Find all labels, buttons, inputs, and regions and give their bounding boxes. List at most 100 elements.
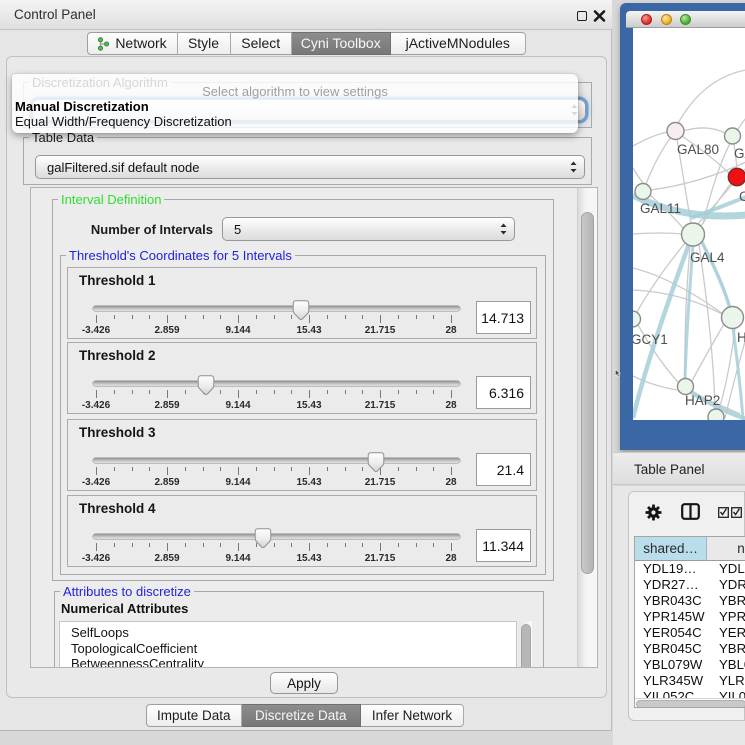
threshold-value-field[interactable]: 6.316 [476,376,531,409]
minor-tick [345,315,346,319]
cell-name[interactable]: YBL0 [709,657,745,673]
attributes-list-scrollbar-thumb[interactable] [521,624,531,668]
cell-name[interactable]: YER0 [709,625,745,641]
tick-label: 15.43 [296,400,321,411]
cell-name[interactable]: YDR2 [709,577,745,593]
algorithm-option-manual[interactable]: Manual Discretization [15,99,575,114]
minor-tick [327,390,328,394]
table-row[interactable]: YBL079WYBL0 [635,657,745,673]
minor-tick [185,390,186,394]
threshold-value-field[interactable]: 21.4 [476,453,531,486]
tab-impute-data[interactable]: Impute Data [146,704,242,727]
red-node[interactable] [728,168,745,185]
table-row[interactable]: YLR345WYLR3 [635,673,745,689]
attributes-list-scrollbar[interactable] [519,621,532,668]
network-edge[interactable] [677,70,745,125]
table-row[interactable]: YDR27…YDR2 [635,577,745,593]
H-node[interactable] [721,306,743,328]
threshold-slider-knob[interactable] [254,528,271,549]
bottom-node[interactable] [708,409,724,420]
table-row[interactable]: YDL19…YDL1 [635,561,745,577]
network-edge[interactable] [633,132,668,146]
network-edge[interactable] [719,328,735,410]
cell-name[interactable]: YPR1 [709,609,745,625]
threshold-slider-knob[interactable] [368,452,385,473]
mac-minimize-button[interactable] [661,14,672,25]
cell-name[interactable]: YBR0 [709,641,745,657]
GA-node[interactable] [724,128,740,144]
table-data-combobox-value: galFiltered.sif default node [36,160,199,175]
cell-shared-name[interactable]: YBL079W [635,657,709,673]
tab-select[interactable]: Select [231,32,293,55]
column-header-name[interactable]: na [707,537,745,561]
threshold-value-field[interactable]: 11.344 [476,529,531,562]
apply-button[interactable]: Apply [270,672,338,694]
tab-network[interactable]: Network [87,32,178,55]
major-tick [309,390,310,398]
GCY1-node[interactable] [633,311,641,327]
table-row[interactable]: YBR045CYBR0 [635,641,745,657]
cell-shared-name[interactable]: YBR045C [635,641,709,657]
cell-shared-name[interactable]: YDL19… [635,561,709,577]
table-data-combobox[interactable]: galFiltered.sif default node [35,155,585,179]
major-tick [96,315,97,323]
tick-label: 28 [445,400,456,411]
column-header-shared-name[interactable]: shared… [635,537,707,561]
gear-icon[interactable] [645,504,662,521]
major-tick [309,543,310,551]
close-icon[interactable] [593,9,606,23]
network-canvas[interactable]: GAL80GACGAL11GAL4GCY1HHAP2 [633,28,745,420]
attribute-list-item[interactable]: SelfLoops [60,625,516,641]
attribute-list-item[interactable]: BetweennessCentrality [60,656,516,668]
numerical-attributes-label: Numerical Attributes [61,601,188,616]
GAL80-node[interactable] [667,122,684,139]
slider-ticks: -3.4262.8599.14415.4321.71528 [68,420,538,492]
cell-name[interactable]: YDL1 [709,561,745,577]
network-edge[interactable] [633,290,722,314]
cell-name[interactable]: YBR0 [709,593,745,609]
select-columns-icon[interactable] [718,507,743,518]
cell-shared-name[interactable]: YPR145W [635,609,709,625]
minor-tick [433,467,434,471]
table-row[interactable]: YBR043CYBR0 [635,593,745,609]
network-edge[interactable] [646,137,671,184]
numerical-attributes-list[interactable]: SelfLoopsTopologicalCoefficientBetweenne… [59,621,517,668]
float-window-icon[interactable] [577,11,587,21]
attribute-list-item[interactable]: TopologicalCoefficient [60,641,516,657]
split-view-icon[interactable] [681,503,700,520]
table-row[interactable]: YER054CYER0 [635,625,745,641]
network-edge[interactable] [699,245,715,409]
threshold-slider-knob[interactable] [198,375,215,396]
network-edge[interactable] [692,324,724,381]
settings-scrollbar[interactable] [577,188,597,667]
threshold-value-field[interactable]: 14.713 [476,301,531,334]
network-edge[interactable] [683,127,725,132]
settings-scrollbar-thumb[interactable] [581,212,594,574]
number-of-intervals-combobox[interactable]: 5 [222,217,515,241]
threshold-slider-knob[interactable] [292,300,309,321]
mac-close-button[interactable] [641,14,652,25]
cell-shared-name[interactable]: YER054C [635,625,709,641]
minor-tick [291,543,292,547]
node-label-GAL80: GAL80 [677,142,719,157]
cell-name[interactable]: YLR3 [709,673,745,689]
slider-ticks: -3.4262.8599.14415.4321.71528 [68,343,538,415]
tab-cyni-toolbox[interactable]: Cyni Toolbox [292,32,391,55]
cell-shared-name[interactable]: YBR043C [635,593,709,609]
tab-style[interactable]: Style [178,32,231,55]
cell-shared-name[interactable]: YLR345W [635,673,709,689]
table-row[interactable]: YPR145WYPR1 [635,609,745,625]
algorithm-option-equal-width[interactable]: Equal Width/Frequency Discretization [15,114,575,129]
GAL11-node[interactable] [635,183,651,199]
cell-shared-name[interactable]: YDR27… [635,577,709,593]
algorithm-option-prompt[interactable]: Select algorithm to view settings [12,84,578,99]
tab-discretize-data[interactable]: Discretize Data [242,704,362,727]
GAL4-node[interactable] [681,223,704,246]
minor-tick [416,543,417,547]
tab-jactivemnodules[interactable]: jActiveMNodules [391,32,527,55]
table-horizontal-scrollbar-thumb[interactable] [636,700,745,708]
mac-zoom-button[interactable] [680,14,691,25]
tab-infer-network[interactable]: Infer Network [361,704,464,727]
network-edge[interactable] [633,233,682,234]
table-horizontal-scrollbar[interactable] [635,698,745,709]
